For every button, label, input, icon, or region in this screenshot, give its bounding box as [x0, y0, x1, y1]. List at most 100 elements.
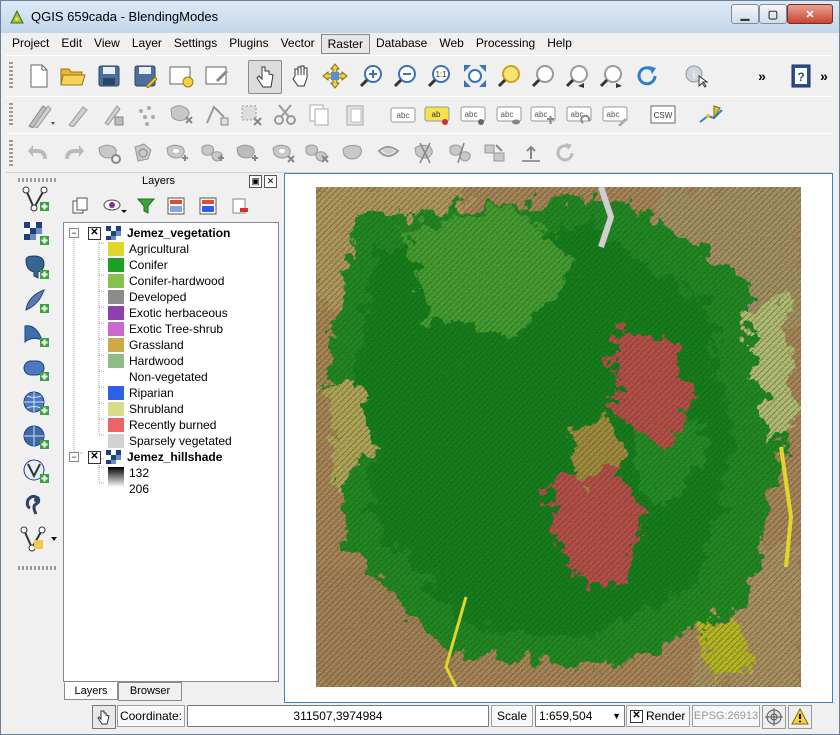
add-group-icon[interactable] — [68, 194, 92, 218]
current-edits-icon[interactable] — [22, 100, 58, 130]
menu-help[interactable]: Help — [541, 34, 578, 54]
crs-status-button[interactable]: EPSG:26913 — [692, 705, 760, 727]
composer-manager-icon[interactable] — [202, 61, 232, 91]
toolbar-grip[interactable] — [18, 566, 58, 570]
help-icon[interactable]: ? — [786, 61, 816, 91]
zoom-last-icon[interactable] — [562, 61, 592, 91]
identify-features-icon[interactable]: i — [682, 61, 712, 91]
collapse-toggle[interactable]: − — [69, 228, 79, 238]
merge-features-icon[interactable] — [480, 138, 510, 168]
redo-icon[interactable] — [58, 138, 88, 168]
chevron-down-icon[interactable]: ▼ — [612, 706, 621, 726]
zoom-out-icon[interactable] — [390, 61, 420, 91]
show-hide-labels-icon[interactable]: abc — [494, 100, 524, 130]
tab-browser[interactable]: Browser — [118, 682, 182, 701]
pan-to-selection-icon[interactable] — [320, 61, 350, 91]
rotate-label-icon[interactable]: abc — [564, 100, 594, 130]
collapse-toggle[interactable]: − — [69, 452, 79, 462]
toolbar-grip[interactable] — [9, 103, 13, 127]
remove-layer-icon[interactable] — [228, 194, 252, 218]
add-mssql-layer-icon[interactable] — [19, 320, 53, 350]
close-button[interactable]: ✕ — [787, 4, 833, 24]
menu-edit[interactable]: Edit — [55, 34, 88, 54]
menu-layer[interactable]: Layer — [126, 34, 168, 54]
add-part-icon[interactable] — [198, 138, 228, 168]
delete-ring-icon[interactable] — [268, 138, 298, 168]
reshape-features-icon[interactable] — [338, 138, 368, 168]
toolbar-overflow-button[interactable]: » — [818, 64, 830, 88]
save-layer-edits-icon[interactable] — [98, 100, 128, 130]
add-wms-layer-icon[interactable] — [19, 388, 53, 418]
layer-node-jemez-vegetation[interactable]: − ✕ Jemez_vegetation — [64, 225, 276, 241]
collapse-all-icon[interactable] — [196, 194, 220, 218]
layer-visibility-checkbox[interactable]: ✕ — [88, 227, 101, 240]
expand-all-icon[interactable] — [164, 194, 188, 218]
add-wcs-layer-icon[interactable] — [19, 422, 53, 452]
render-checkbox[interactable]: ✕ — [630, 710, 643, 723]
georeferencer-icon[interactable] — [696, 100, 726, 130]
add-feature-icon[interactable] — [132, 100, 162, 130]
coordinate-field[interactable]: 311507,3974984 — [187, 705, 489, 727]
split-features-icon[interactable] — [410, 138, 440, 168]
undo-icon[interactable] — [24, 138, 54, 168]
rotate-feature-icon[interactable] — [94, 138, 124, 168]
layer-node-jemez-hillshade[interactable]: − ✕ Jemez_hillshade — [64, 449, 276, 465]
scale-combobox[interactable]: 1:659,504 ▼ — [535, 705, 625, 727]
pin-labels-icon[interactable]: abc — [458, 100, 488, 130]
menu-settings[interactable]: Settings — [168, 34, 223, 54]
maximize-button[interactable]: ▢ — [759, 4, 787, 24]
split-parts-icon[interactable] — [446, 138, 476, 168]
move-label-icon[interactable]: abc — [528, 100, 558, 130]
float-panel-button[interactable]: ▣ — [249, 175, 262, 188]
offset-curve-icon[interactable] — [374, 138, 404, 168]
open-project-icon[interactable] — [58, 61, 88, 91]
menu-view[interactable]: View — [88, 34, 126, 54]
map-canvas[interactable] — [284, 173, 833, 703]
fill-ring-icon[interactable] — [232, 138, 262, 168]
zoom-to-layer-icon[interactable] — [528, 61, 558, 91]
toolbar-overflow-button[interactable]: » — [754, 64, 770, 88]
delete-selected-icon[interactable] — [236, 100, 266, 130]
layer-visibility-checkbox[interactable]: ✕ — [88, 451, 101, 464]
zoom-in-icon[interactable] — [356, 61, 386, 91]
toolbar-grip[interactable] — [18, 178, 58, 182]
pan-map-icon[interactable] — [286, 61, 316, 91]
menu-database[interactable]: Database — [370, 34, 433, 54]
close-panel-button[interactable]: ✕ — [264, 175, 277, 188]
manage-visibility-icon[interactable] — [100, 194, 130, 218]
add-delimited-text-layer-icon[interactable] — [19, 490, 53, 520]
menu-processing[interactable]: Processing — [470, 34, 541, 54]
minimize-button[interactable]: ▁ — [731, 4, 759, 24]
filter-legend-icon[interactable] — [134, 194, 158, 218]
toggle-extents-mouse-icon[interactable] — [92, 705, 116, 729]
menu-web[interactable]: Web — [433, 34, 469, 54]
touch-zoom-pan-icon[interactable] — [248, 60, 282, 94]
menu-plugins[interactable]: Plugins — [223, 34, 274, 54]
add-oracle-layer-icon[interactable] — [19, 354, 53, 384]
zoom-full-icon[interactable] — [460, 61, 490, 91]
delete-part-icon[interactable] — [302, 138, 332, 168]
copy-features-icon[interactable] — [304, 100, 334, 130]
new-shapefile-layer-icon[interactable] — [19, 524, 59, 554]
toggle-editing-icon[interactable] — [62, 100, 92, 130]
projection-globe-icon[interactable] — [762, 705, 786, 729]
save-project-icon[interactable] — [94, 61, 124, 91]
save-as-icon[interactable] — [130, 61, 160, 91]
new-print-composer-icon[interactable] — [166, 61, 196, 91]
toolbar-grip[interactable] — [9, 62, 13, 90]
rotate-point-symbols-icon[interactable] — [550, 138, 580, 168]
render-toggle[interactable]: ✕ Render — [626, 705, 690, 727]
refresh-icon[interactable] — [632, 61, 662, 91]
move-feature-icon[interactable] — [166, 100, 196, 130]
menu-vector[interactable]: Vector — [275, 34, 321, 54]
add-wfs-layer-icon[interactable] — [19, 456, 53, 486]
change-label-icon[interactable]: abc — [600, 100, 630, 130]
add-spatialite-layer-icon[interactable] — [19, 286, 53, 316]
menu-project[interactable]: Project — [6, 34, 55, 54]
highlight-pinned-labels-icon[interactable]: ab — [422, 100, 452, 130]
label-toolbar-icon[interactable]: abc — [388, 100, 418, 130]
node-tool-icon[interactable] — [202, 100, 232, 130]
zoom-to-selection-icon[interactable] — [494, 61, 524, 91]
new-project-icon[interactable] — [24, 61, 54, 91]
simplify-feature-icon[interactable] — [128, 138, 158, 168]
